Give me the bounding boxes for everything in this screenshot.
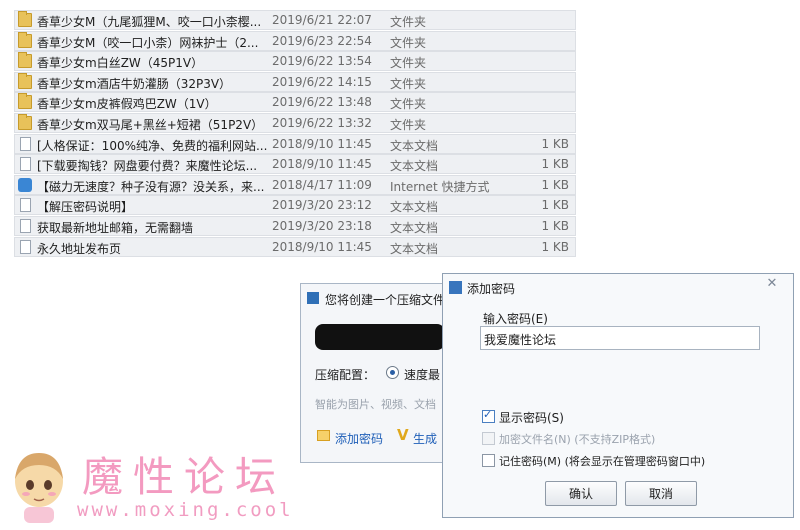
file-type: 文本文档	[390, 200, 439, 215]
file-row[interactable]: 【解压密码说明】 2019/3/20 23:12 文本文档 1 KB	[14, 195, 576, 216]
file-row[interactable]: 【磁力无速度？种子没有源？没关系，来... 2018/4/17 11:09 Inte…	[14, 174, 576, 195]
file-size: 1 KB	[541, 157, 569, 172]
file-type: 文本文档	[390, 159, 439, 174]
file-row[interactable]: [人格保证：100%纯净、免费的福利网站... 2018/9/10 11:45 文本…	[14, 133, 576, 154]
file-name: 永久地址发布页	[37, 241, 122, 256]
file-size: 1 KB	[541, 218, 569, 233]
winrar-icon	[449, 281, 462, 294]
file-type: 文件夹	[390, 117, 427, 132]
file-row[interactable]: 香草少女m白丝ZW（45P1V） 2019/6/22 13:54 文件夹	[14, 51, 576, 72]
document-icon	[20, 136, 31, 151]
file-name: 【磁力无速度？种子没有源？没关系，来...	[37, 179, 265, 194]
add-password-link[interactable]: 添加密码	[335, 430, 383, 447]
folder-icon	[18, 31, 32, 48]
remember-password-label[interactable]: 记住密码(M) (将会显示在管理密码窗口中)	[499, 453, 705, 469]
watermark: 魔性论坛 www.moxing.cool	[8, 443, 298, 528]
file-date: 2019/6/21 22:07	[272, 13, 372, 27]
file-date: 2018/9/10 11:45	[272, 157, 372, 172]
file-date: 2019/6/22 13:48	[272, 95, 372, 110]
file-size: 1 KB	[541, 177, 569, 192]
create-dialog-title: 您将创建一个压缩文件	[325, 293, 446, 307]
redacted-filename	[315, 324, 445, 350]
file-size: 1 KB	[541, 136, 569, 151]
close-icon[interactable]: ✕	[765, 277, 779, 291]
file-row[interactable]: 香草少女m酒店牛奶灌肠（32P3V） 2019/6/22 14:15 文件夹	[14, 71, 576, 92]
file-type: 文件夹	[390, 15, 427, 29]
file-row[interactable]: 永久地址发布页 2018/9/10 11:45 文本文档 1 KB	[14, 236, 576, 257]
anime-girl-logo	[15, 453, 63, 523]
generate-link[interactable]: 生成	[413, 430, 437, 447]
watermark-title: 魔性论坛	[82, 453, 286, 501]
file-date: 2019/3/20 23:12	[272, 198, 372, 213]
internet-shortcut-icon	[18, 177, 32, 192]
folder-icon	[18, 11, 32, 27]
password-input[interactable]: 我爱魔性论坛	[480, 326, 760, 350]
file-type: 文本文档	[390, 241, 439, 256]
file-date: 2019/6/23 22:54	[272, 33, 372, 48]
file-name: 香草少女m白丝ZW（45P1V）	[37, 56, 204, 71]
file-type: Internet 快捷方式	[390, 179, 490, 194]
file-list: 香草少女M（九尾狐狸M、咬一口小柰樱... 2019/6/21 22:07 文件夹香…	[14, 10, 576, 257]
file-name: 香草少女M（九尾狐狸M、咬一口小柰樱...	[37, 15, 262, 29]
file-size: 1 KB	[541, 198, 569, 213]
file-name: [人格保证：100%纯净、免费的福利网站...	[37, 138, 268, 153]
file-type: 文本文档	[390, 138, 439, 153]
file-name: 获取最新地址邮箱，无需翻墙	[37, 220, 194, 235]
file-type: 文件夹	[390, 35, 427, 50]
folder-icon	[18, 113, 32, 130]
file-name: 【解压密码说明】	[37, 200, 134, 215]
file-date: 2018/9/10 11:45	[272, 239, 372, 254]
encrypt-filenames-checkbox[interactable]	[482, 432, 495, 445]
file-name: 香草少女M（咬一口小柰）网袜护士（2...	[37, 35, 259, 50]
document-icon	[20, 239, 31, 254]
file-row[interactable]: 香草少女M（九尾狐狸M、咬一口小柰樱... 2019/6/21 22:07 文件夹	[14, 10, 576, 30]
speed-option-label[interactable]: 速度最	[404, 366, 440, 383]
file-row[interactable]: [下载要掏钱？网盘要付费？来魔性论坛... 2018/9/10 11:45 文本文档…	[14, 154, 576, 175]
config-label: 压缩配置：	[315, 368, 376, 382]
file-row[interactable]: 香草少女m双马尾+黑丝+短裙（51P2V） 2019/6/22 13:32 文件夹	[14, 112, 576, 133]
file-name: [下载要掏钱？网盘要付费？来魔性论坛...	[37, 159, 258, 174]
encrypt-filenames-label: 加密文件名(N) (不支持ZIP格式)	[499, 433, 656, 446]
password-input-label: 输入密码(E)	[483, 312, 548, 326]
file-row[interactable]: 香草少女M（咬一口小柰）网袜护士（2... 2019/6/23 22:54 文件夹	[14, 30, 576, 51]
show-password-checkbox[interactable]	[482, 408, 495, 423]
file-date: 2018/9/10 11:45	[272, 136, 372, 151]
add-password-dialog: 添加密码 ✕ 输入密码(E) 我爱魔性论坛 显示密码(S) 加密文件名(N) (…	[442, 273, 794, 518]
folder-icon	[18, 72, 32, 89]
cancel-button[interactable]: 取消	[625, 481, 697, 506]
file-date: 2019/6/22 13:32	[272, 115, 372, 130]
folder-icon	[18, 93, 32, 110]
password-dialog-title: 添加密码	[467, 282, 516, 296]
file-size: 1 KB	[541, 239, 569, 254]
file-type: 文件夹	[390, 97, 427, 112]
show-password-label[interactable]: 显示密码(S)	[499, 409, 564, 426]
speed-radio[interactable]	[386, 366, 399, 379]
file-date: 2019/3/20 23:18	[272, 218, 372, 233]
check-icon: V	[397, 426, 409, 444]
file-date: 2019/6/22 13:54	[272, 54, 372, 69]
file-date: 2019/6/22 14:15	[272, 74, 372, 89]
lock-icon	[317, 430, 330, 441]
file-type: 文本文档	[390, 220, 439, 235]
remember-password-checkbox[interactable]	[482, 454, 495, 467]
file-date: 2018/4/17 11:09	[272, 177, 372, 192]
file-row[interactable]: 香草少女m皮裤假鸡巴ZW（1V） 2019/6/22 13:48 文件夹	[14, 92, 576, 113]
ok-button[interactable]: 确认	[545, 481, 617, 506]
folder-icon	[18, 52, 32, 69]
document-icon	[20, 198, 31, 213]
document-icon	[20, 218, 31, 233]
file-row[interactable]: 获取最新地址邮箱，无需翻墙 2019/3/20 23:18 文本文档 1 KB	[14, 215, 576, 236]
watermark-url: www.moxing.cool	[77, 499, 294, 521]
document-icon	[20, 157, 31, 172]
winrar-icon	[307, 292, 319, 304]
file-type: 文件夹	[390, 76, 427, 91]
file-name: 香草少女m酒店牛奶灌肠（32P3V）	[37, 76, 232, 91]
create-archive-dialog: 您将创建一个压缩文件 压缩配置： 速度最 智能为图片、视频、文档 添加密码 V …	[300, 283, 450, 463]
file-name: 香草少女m皮裤假鸡巴ZW（1V）	[37, 97, 217, 112]
file-type: 文件夹	[390, 56, 427, 71]
smart-hint: 智能为图片、视频、文档	[315, 398, 436, 411]
file-name: 香草少女m双马尾+黑丝+短裙（51P2V）	[37, 117, 264, 132]
